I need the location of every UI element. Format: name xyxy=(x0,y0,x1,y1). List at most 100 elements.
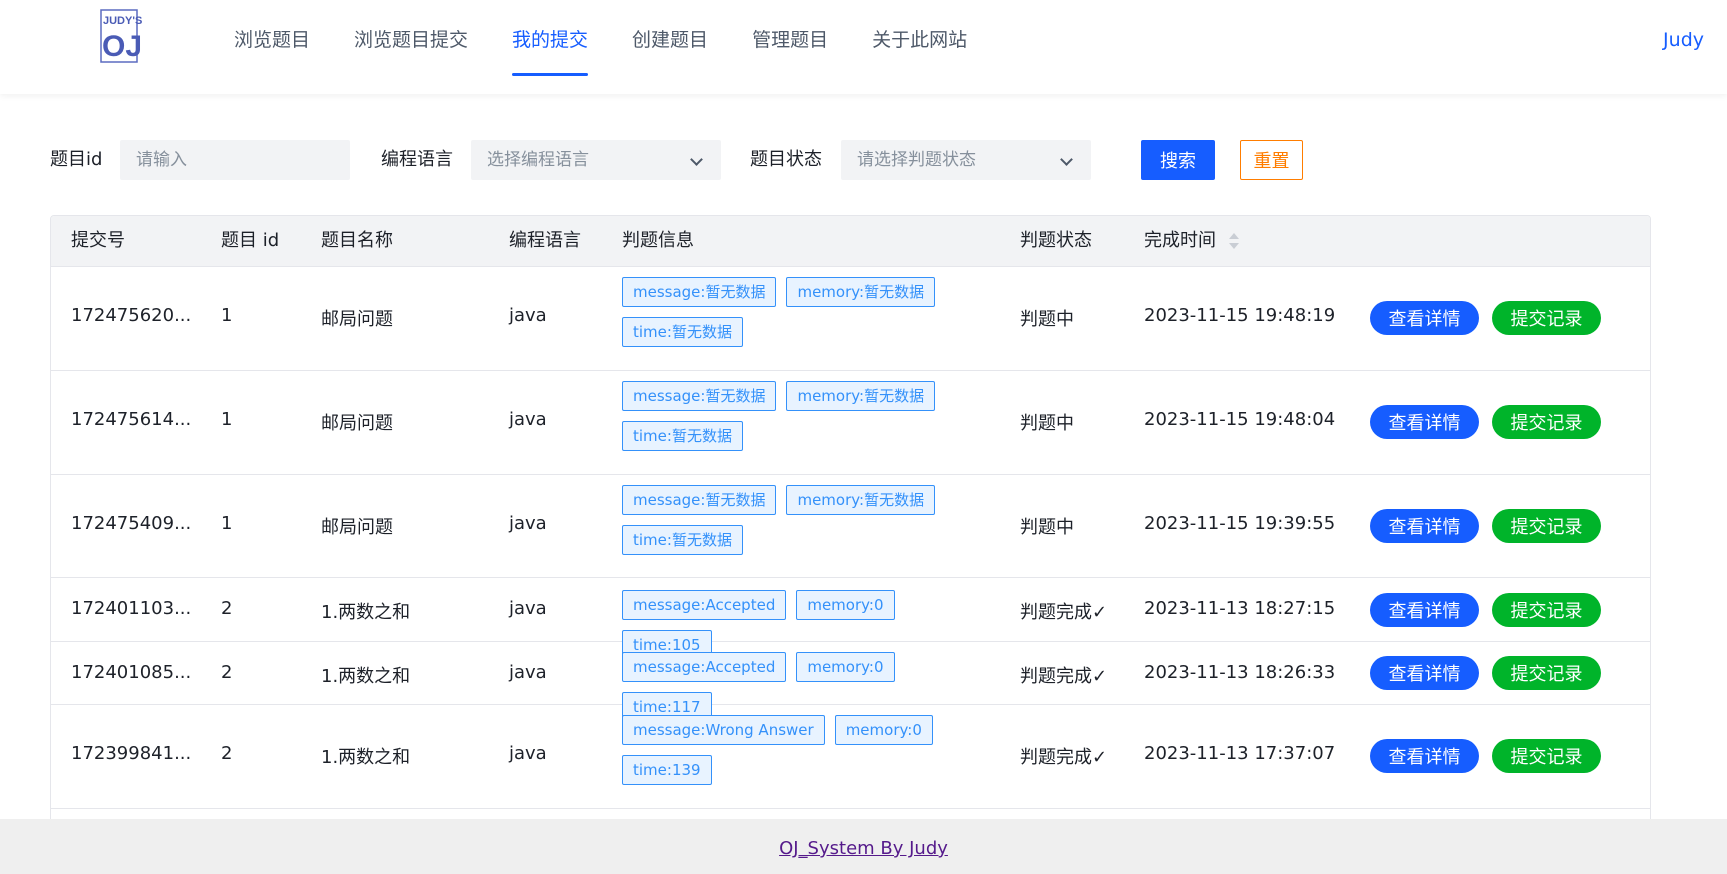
cell-question-name: 1.两数之和 xyxy=(321,602,411,623)
cell-question-name: 邮局问题 xyxy=(321,309,393,330)
view-detail-button[interactable]: 查看详情 xyxy=(1370,593,1479,627)
cell-question-name: 1.两数之和 xyxy=(321,666,411,687)
judge-info-tag: memory:0 xyxy=(834,715,933,745)
cell-language: java xyxy=(509,598,547,619)
submission-record-button[interactable]: 提交记录 xyxy=(1492,656,1601,690)
cell-question-name: 邮局问题 xyxy=(321,517,393,538)
cell-finish-time: 2023-11-15 19:39:55 xyxy=(1144,513,1336,534)
table-row: 172401085... 2 1.两数之和 java 判题完成✓ 2023-11-13 1… xyxy=(51,642,1650,722)
table-header: 提交号 题目 id 题目名称 编程语言 判题信息 判题状态 完成时间 xyxy=(51,216,1650,267)
col-language: 编程语言 xyxy=(509,230,581,251)
judge-info-tag: message:暂无数据 xyxy=(622,485,777,515)
judge-info-tag: message:Accepted xyxy=(622,652,787,682)
view-detail-button[interactable]: 查看详情 xyxy=(1370,405,1479,439)
table-row: 172399841... 2 1.两数之和 java 判题完成✓ 2023-11-13 1… xyxy=(51,705,1650,809)
judge-info-tags: message:Wrong Answer memory:0 time:139 xyxy=(622,715,982,785)
nav-manage-questions[interactable]: 管理题目 xyxy=(730,0,850,94)
view-detail-button[interactable]: 查看详情 xyxy=(1370,509,1479,543)
logo-text-main: OJ xyxy=(102,30,142,63)
status-placeholder: 请选择判题状态 xyxy=(857,150,976,170)
cell-judge-status: 判题中 xyxy=(1020,517,1074,538)
judge-info-tag: time:暂无数据 xyxy=(622,317,743,347)
nav-label: 浏览题目提交 xyxy=(354,29,469,51)
nav-label: 关于此网站 xyxy=(872,29,968,51)
nav-my-submissions[interactable]: 我的提交 xyxy=(490,0,610,94)
question-id-label: 题目id xyxy=(50,149,103,170)
submissions-table: 提交号 题目 id 题目名称 编程语言 判题信息 判题状态 完成时间 17247… xyxy=(50,215,1651,820)
nav-label: 我的提交 xyxy=(512,29,589,51)
view-detail-button[interactable]: 查看详情 xyxy=(1370,301,1479,335)
status-select[interactable]: 请选择判题状态 xyxy=(841,140,1091,180)
logo-icon[interactable]: JUDY'S OJ xyxy=(99,8,151,64)
cell-language: java xyxy=(509,743,547,764)
main-nav: 浏览题目 浏览题目提交 我的提交 创建题目 管理题目 关于此网站 xyxy=(212,0,989,94)
question-id-input[interactable] xyxy=(120,140,350,180)
cell-language: java xyxy=(509,305,547,326)
cell-question-id: 2 xyxy=(221,598,233,619)
col-submission-id: 提交号 xyxy=(71,230,125,251)
judge-info-tag: time:139 xyxy=(622,755,712,785)
judge-info-tag: time:暂无数据 xyxy=(622,421,743,451)
nav-about[interactable]: 关于此网站 xyxy=(850,0,989,94)
user-name[interactable]: Judy xyxy=(1663,0,1704,80)
judge-info-tag: memory:0 xyxy=(796,590,895,620)
submission-record-button[interactable]: 提交记录 xyxy=(1492,509,1601,543)
cell-question-name: 邮局问题 xyxy=(321,413,393,434)
table-row: 172401103... 2 1.两数之和 java 判题完成✓ 2023-11-13 1… xyxy=(51,578,1650,660)
footer-link[interactable]: OJ_System By Judy xyxy=(779,838,948,859)
submission-record-button[interactable]: 提交记录 xyxy=(1492,739,1601,773)
language-select[interactable]: 选择编程语言 xyxy=(471,140,721,180)
judge-info-tag: time:暂无数据 xyxy=(622,525,743,555)
cell-submission-id: 172401103... xyxy=(71,598,192,619)
nav-browse-questions[interactable]: 浏览题目 xyxy=(212,0,332,94)
view-detail-button[interactable]: 查看详情 xyxy=(1370,656,1479,690)
cell-submission-id: 172475620... xyxy=(71,305,192,326)
nav-label: 创建题目 xyxy=(632,29,709,51)
submission-record-button[interactable]: 提交记录 xyxy=(1492,301,1601,335)
submission-record-button[interactable]: 提交记录 xyxy=(1492,405,1601,439)
language-label: 编程语言 xyxy=(381,149,453,170)
cell-submission-id: 172401085... xyxy=(71,662,192,683)
judge-info-tag: memory:暂无数据 xyxy=(786,381,936,411)
view-detail-button[interactable]: 查看详情 xyxy=(1370,739,1479,773)
col-finish-time[interactable]: 完成时间 xyxy=(1144,216,1216,266)
cell-question-id: 2 xyxy=(221,743,233,764)
cell-language: java xyxy=(509,662,547,683)
cell-finish-time: 2023-11-15 19:48:19 xyxy=(1144,305,1336,326)
cell-question-name: 1.两数之和 xyxy=(321,747,411,768)
judge-info-tag: memory:0 xyxy=(796,652,895,682)
table-row: 172475409... 1 邮局问题 java 判题中 2023-11-15 19:39… xyxy=(51,475,1650,578)
top-navbar: JUDY'S OJ 浏览题目 浏览题目提交 我的提交 创建题目 管理题目 关于此… xyxy=(0,0,1727,94)
reset-button[interactable]: 重置 xyxy=(1240,140,1303,180)
col-question-name: 题目名称 xyxy=(321,230,393,251)
nav-label: 管理题目 xyxy=(752,29,829,51)
language-placeholder: 选择编程语言 xyxy=(487,150,589,170)
search-button[interactable]: 搜索 xyxy=(1141,140,1215,180)
cell-finish-time: 2023-11-13 18:27:15 xyxy=(1144,598,1336,619)
cell-judge-status: 判题中 xyxy=(1020,413,1074,434)
col-question-id: 题目 id xyxy=(221,230,280,251)
cell-judge-status: 判题完成✓ xyxy=(1020,666,1108,687)
judge-info-tag: message:暂无数据 xyxy=(622,277,777,307)
cell-submission-id: 172475409... xyxy=(71,513,192,534)
cell-judge-status: 判题完成✓ xyxy=(1020,602,1108,623)
cell-finish-time: 2023-11-13 18:26:33 xyxy=(1144,662,1336,683)
chevron-down-icon xyxy=(690,153,703,166)
status-label: 题目状态 xyxy=(750,149,822,170)
cell-question-id: 1 xyxy=(221,513,233,534)
nav-label: 浏览题目 xyxy=(234,29,311,51)
judge-info-tag: memory:暂无数据 xyxy=(786,277,936,307)
cell-language: java xyxy=(509,409,547,430)
judge-info-tag: message:Wrong Answer xyxy=(622,715,825,745)
sort-icon[interactable] xyxy=(1229,233,1239,251)
nav-browse-submissions[interactable]: 浏览题目提交 xyxy=(332,0,490,94)
cell-judge-status: 判题完成✓ xyxy=(1020,747,1108,768)
judge-info-tags: message:暂无数据 memory:暂无数据 time:暂无数据 xyxy=(622,277,982,347)
submission-record-button[interactable]: 提交记录 xyxy=(1492,593,1601,627)
judge-info-tags: message:暂无数据 memory:暂无数据 time:暂无数据 xyxy=(622,485,982,555)
footer: OJ_System By Judy xyxy=(0,819,1727,874)
cell-question-id: 1 xyxy=(221,409,233,430)
col-judge-info: 判题信息 xyxy=(622,230,694,251)
cell-question-id: 1 xyxy=(221,305,233,326)
nav-create-question[interactable]: 创建题目 xyxy=(610,0,730,94)
